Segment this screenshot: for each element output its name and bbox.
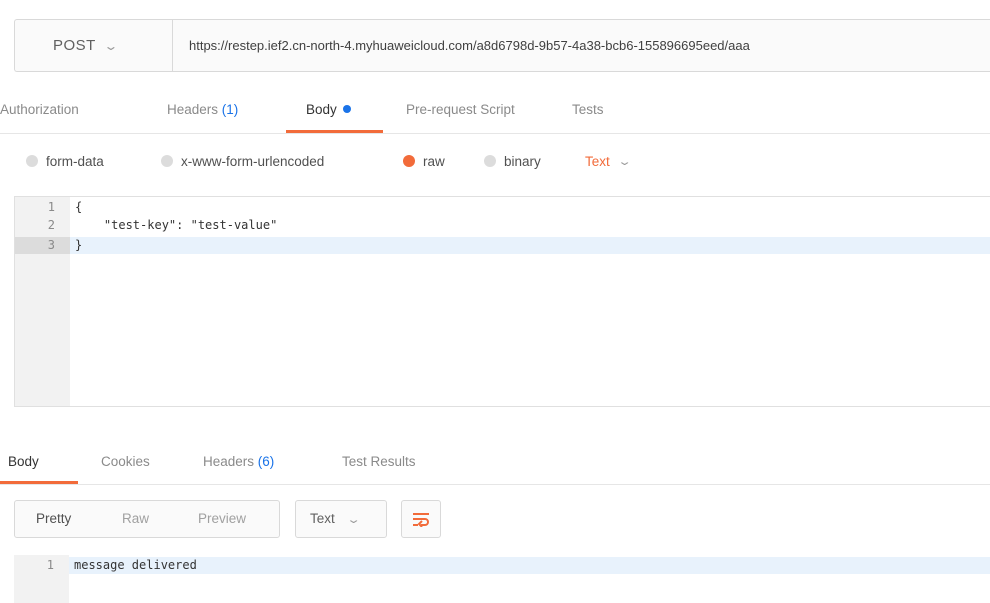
line-number: 1 [46, 558, 54, 572]
view-preview-button[interactable]: Preview [198, 501, 246, 537]
wrap-lines-button[interactable] [401, 500, 441, 538]
radio-binary[interactable]: binary [484, 143, 541, 179]
active-line-highlight [70, 237, 990, 254]
line-number: 1 [47, 200, 55, 214]
format-label: Text [310, 511, 335, 526]
wrap-lines-icon [413, 513, 429, 527]
tab-label: Test Results [342, 454, 416, 469]
tab-label: Body [306, 102, 337, 117]
radio-selected-icon [403, 155, 415, 167]
response-view-toggle: Pretty Raw Preview [14, 500, 280, 538]
tab-response-headers[interactable]: Headers (6) [203, 440, 274, 484]
code-line: { [75, 200, 83, 214]
chevron-down-icon: ⌄ [103, 38, 120, 53]
chevron-down-icon: ⌄ [345, 514, 361, 526]
body-format-dropdown[interactable]: Text ⌄ [585, 143, 632, 179]
radio-circle-icon [26, 155, 38, 167]
view-pretty-button[interactable]: Pretty [36, 501, 71, 537]
chevron-down-icon: ⌄ [617, 155, 632, 168]
tab-body[interactable]: Body [306, 86, 351, 133]
active-dot-icon [342, 105, 351, 113]
radio-circle-icon [484, 155, 496, 167]
tab-tests[interactable]: Tests [572, 86, 604, 133]
body-mode-selector: form-data x-www-form-urlencoded raw bina… [0, 143, 990, 179]
view-raw-button[interactable]: Raw [122, 501, 149, 537]
tab-label: Body [8, 454, 39, 469]
tab-label: Headers [167, 102, 219, 117]
radio-label: binary [504, 153, 541, 169]
request-tabs: Authorization Headers (1) Body Pre-reque… [0, 86, 990, 134]
request-bar: POST ⌄ https://restep.ief2.cn-north-4.my… [14, 19, 990, 72]
tab-cookies[interactable]: Cookies [101, 440, 150, 484]
request-body-editor[interactable]: 1 2 3 { "test-key": "test-value" } [14, 196, 990, 407]
response-body-viewer[interactable]: 1 message delivered [14, 555, 990, 603]
url-input[interactable]: https://restep.ief2.cn-north-4.myhuaweic… [189, 20, 750, 71]
active-line-highlight [69, 557, 990, 574]
tab-label: Cookies [101, 454, 150, 469]
headers-count: (1) [221, 102, 239, 117]
headers-count: (6) [257, 454, 275, 469]
tab-test-results[interactable]: Test Results [342, 440, 416, 484]
radio-form-data[interactable]: form-data [26, 143, 104, 179]
radio-label: form-data [46, 153, 104, 169]
active-tab-underline [286, 130, 383, 133]
radio-x-www-form-urlencoded[interactable]: x-www-form-urlencoded [161, 143, 324, 179]
response-line: message delivered [74, 558, 197, 572]
method-select[interactable]: POST ⌄ [15, 20, 173, 71]
line-number: 3 [47, 238, 55, 252]
radio-label: raw [423, 153, 445, 169]
line-number: 2 [47, 218, 55, 232]
tab-response-body[interactable]: Body [8, 440, 39, 484]
method-label: POST [53, 37, 96, 54]
response-format-dropdown[interactable]: Text ⌄ [295, 500, 387, 538]
tab-label: Tests [572, 102, 604, 117]
tab-label: Pre-request Script [406, 102, 515, 117]
tab-pre-request-script[interactable]: Pre-request Script [406, 86, 515, 133]
radio-raw[interactable]: raw [403, 143, 445, 179]
active-tab-underline [0, 481, 78, 484]
tab-label: Authorization [0, 102, 79, 117]
response-tabs: Body Cookies Headers (6) Test Results [0, 440, 990, 485]
code-line: "test-key": "test-value" [75, 218, 278, 232]
tab-label: Headers [203, 454, 255, 469]
tab-authorization[interactable]: Authorization [0, 86, 79, 133]
code-line: } [75, 238, 83, 252]
radio-circle-icon [161, 155, 173, 167]
radio-label: x-www-form-urlencoded [181, 153, 325, 169]
tab-headers[interactable]: Headers (1) [167, 86, 238, 133]
format-label: Text [585, 153, 610, 169]
